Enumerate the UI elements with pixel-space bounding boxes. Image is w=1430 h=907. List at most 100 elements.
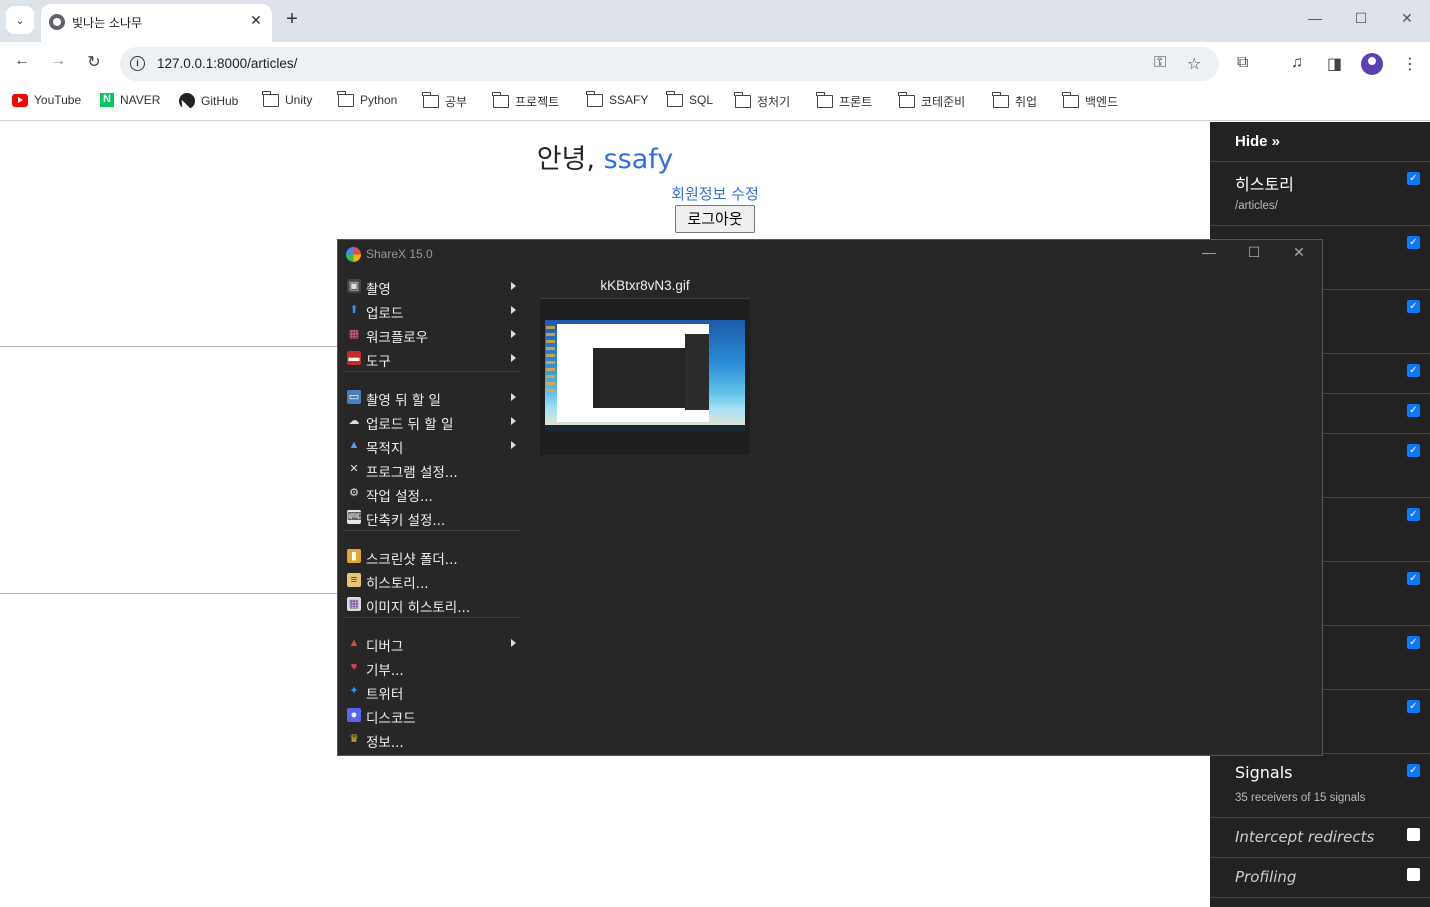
djdt-panel-checkbox[interactable]: ✓ (1407, 300, 1420, 313)
back-icon[interactable]: ← (10, 52, 34, 70)
reload-icon[interactable]: ↻ (82, 52, 106, 72)
sharex-menu-item[interactable]: ☁ 업로드 뒤 할 일 (338, 411, 520, 433)
sharex-menu-label: 단축키 설정... (366, 513, 446, 529)
new-tab-icon[interactable]: + (282, 9, 302, 29)
sharex-menu-item[interactable]: ⚙ 작업 설정... (338, 483, 520, 505)
bookmark-backend[interactable]: 백엔드 (1062, 92, 1118, 110)
sharex-menu-item[interactable]: ● 디스코드 (338, 705, 520, 727)
heart-icon: ♥ (350, 661, 358, 673)
side-panel-icon[interactable]: ◨ (1327, 54, 1342, 74)
globe-icon (49, 14, 65, 30)
folder-icon (492, 92, 509, 108)
sharex-menu-label: 촬영 뒤 할 일 (366, 393, 441, 409)
camera-icon: ▣ (347, 279, 361, 293)
minimize-icon[interactable]: — (1305, 10, 1325, 26)
key-icon[interactable]: ⚿ (1154, 54, 1166, 72)
bookmark-front[interactable]: 프론트 (816, 92, 872, 110)
sharex-maximize-icon[interactable]: ☐ (1244, 244, 1264, 261)
tab-active[interactable]: 빛나는 소나무 ✕ (41, 4, 272, 42)
sharex-menu-item[interactable]: ▦ 이미지 히스토리... (338, 594, 520, 616)
djdt-panel-checkbox[interactable]: ✓ (1407, 404, 1420, 417)
sharex-close-icon[interactable]: ✕ (1289, 244, 1309, 261)
url-text[interactable]: 127.0.0.1:8000/articles/ (157, 56, 297, 71)
bookmark-ssafy[interactable]: SSAFY (586, 90, 648, 107)
bookmark-naver[interactable]: N NAVER (100, 93, 160, 107)
sharex-titlebar: ShareX 15.0 — ☐ ✕ (338, 240, 1322, 268)
forward-icon[interactable]: → (46, 52, 70, 70)
djdt-panel-name[interactable]: Signals (1235, 763, 1292, 782)
djdt-panel-row[interactable]: Signals 35 receivers of 15 signals ✓ (1210, 754, 1430, 818)
sharex-menu-label: 촬영 (366, 282, 391, 298)
site-info-icon[interactable]: i (130, 56, 145, 71)
sharex-menu-item[interactable]: ✦ 트위터 (338, 681, 520, 703)
bookmark-unity[interactable]: Unity (262, 90, 312, 107)
thumb-desktop-icons (546, 326, 555, 396)
tab-search-icon[interactable]: ⌄ (6, 6, 34, 34)
djdt-panel-checkbox[interactable]: ✓ (1407, 700, 1420, 713)
wrench-icon: ✕ (349, 463, 359, 475)
bookmark-study[interactable]: 공부 (422, 92, 467, 110)
sharex-menu-item[interactable]: ♥ 기부... (338, 657, 520, 679)
sharex-menu-item[interactable]: ▲ 목적지 (338, 435, 520, 457)
sharex-menu-item[interactable]: ▭ 촬영 뒤 할 일 (338, 387, 520, 409)
sharex-menu-item[interactable]: ⬆ 업로드 (338, 300, 520, 322)
sharex-menu-label: 정보... (366, 735, 404, 751)
bookmark-jungcheogi[interactable]: 정처기 (734, 92, 790, 110)
sharex-menu-item[interactable]: ▦ 워크플로우 (338, 324, 520, 346)
close-window-icon[interactable]: ✕ (1397, 10, 1417, 27)
djdt-panel-checkbox[interactable]: ✓ (1407, 236, 1420, 249)
djdt-panel-row[interactable]: Intercept redirects (1210, 818, 1430, 858)
debug-cone-icon: ▲ (348, 637, 360, 649)
extensions-icon[interactable]: ⧉ (1237, 54, 1248, 72)
sharex-menu-label: 프로그램 설정... (366, 465, 458, 481)
sharex-menu-item[interactable]: ▣ 촬영 (338, 276, 520, 298)
djdt-panel-name[interactable]: Profiling (1235, 868, 1296, 886)
profile-avatar[interactable] (1361, 53, 1383, 75)
djdt-panel-checkbox[interactable] (1407, 828, 1420, 841)
submenu-arrow-icon (511, 393, 516, 401)
sharex-menu-item[interactable]: ♛ 정보... (338, 729, 520, 751)
bookmark-coding-test[interactable]: 코테준비 (898, 92, 965, 110)
sharex-menu-item[interactable]: ✕ 프로그램 설정... (338, 459, 520, 481)
submenu-arrow-icon (511, 639, 516, 647)
sharex-menu-item[interactable]: ≡ 히스토리... (338, 570, 520, 592)
thumbnail-image[interactable] (545, 320, 745, 432)
djdt-panel-checkbox[interactable]: ✓ (1407, 172, 1420, 185)
bookmark-star-icon[interactable]: ☆ (1187, 54, 1201, 74)
djdt-panel-row[interactable]: Profiling (1210, 858, 1430, 898)
bookmark-job[interactable]: 취업 (992, 92, 1037, 110)
username-link[interactable]: ssafy (604, 144, 674, 175)
djdt-panel-checkbox[interactable]: ✓ (1407, 572, 1420, 585)
bookmark-python[interactable]: Python (337, 90, 397, 107)
address-bar[interactable]: i 127.0.0.1:8000/articles/ ⚿ ☆ (120, 47, 1219, 81)
djdt-panel-checkbox[interactable]: ✓ (1407, 636, 1420, 649)
djdt-panel-checkbox[interactable] (1407, 868, 1420, 881)
bookmark-sql[interactable]: SQL (666, 90, 713, 107)
logout-button[interactable]: 로그아웃 (675, 205, 755, 233)
bookmark-youtube[interactable]: YouTube (12, 93, 81, 107)
media-control-icon[interactable]: ♫ (1291, 54, 1303, 72)
djdt-panel-checkbox[interactable]: ✓ (1407, 508, 1420, 521)
thumbnail-filename[interactable]: kKBtxr8vN3.gif (540, 278, 750, 293)
sharex-menu-item[interactable]: ▮ 스크린샷 폴더... (338, 546, 520, 568)
djdt-panel-checkbox[interactable]: ✓ (1407, 444, 1420, 457)
bookmark-project[interactable]: 프로젝트 (492, 92, 559, 110)
djdt-panel-name[interactable]: Intercept redirects (1235, 828, 1374, 846)
more-menu-icon[interactable]: ⋮ (1402, 54, 1418, 74)
djdt-hide-button[interactable]: Hide » (1210, 122, 1430, 162)
tab-close-icon[interactable]: ✕ (248, 12, 264, 29)
tab-strip: ⌄ 빛나는 소나무 ✕ + — ☐ ✕ (0, 0, 1430, 42)
sharex-minimize-icon[interactable]: — (1199, 244, 1219, 260)
sharex-menu-item[interactable]: ⌨ 단축키 설정... (338, 507, 520, 529)
djdt-panel-checkbox[interactable]: ✓ (1407, 364, 1420, 377)
maximize-icon[interactable]: ☐ (1351, 10, 1371, 27)
djdt-panel-row[interactable]: 히스토리/articles/ ✓ (1210, 162, 1430, 226)
sharex-menu-label: 목적지 (366, 441, 404, 457)
djdt-panel-checkbox[interactable]: ✓ (1407, 764, 1420, 777)
sharex-menu-item[interactable]: ▬ 도구 (338, 348, 520, 370)
crown-icon: ♛ (349, 733, 359, 745)
folder-icon (992, 92, 1009, 108)
djdt-panel-name[interactable]: 히스토리 (1235, 171, 1294, 195)
toolbar: ← → ↻ i 127.0.0.1:8000/articles/ ⚿ ☆ ⧉ ♫… (0, 42, 1430, 86)
sharex-menu-item[interactable]: ▲ 디버그 (338, 633, 520, 655)
